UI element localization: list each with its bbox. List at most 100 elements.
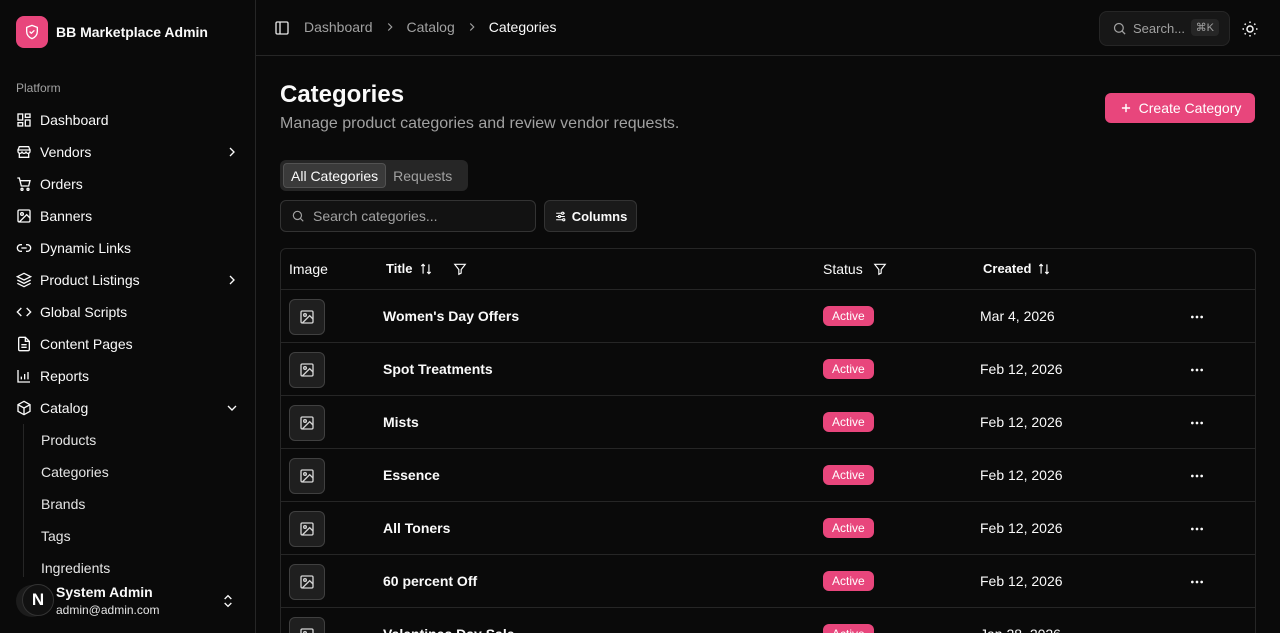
category-thumbnail[interactable] (289, 299, 325, 335)
category-title: Women's Day Offers (383, 308, 520, 324)
category-thumbnail[interactable] (289, 511, 325, 547)
user-menu[interactable]: N System Admin admin@admin.com (16, 577, 240, 625)
global-search-button[interactable]: Search... ⌘K (1099, 11, 1230, 46)
chevron-down-icon (227, 405, 237, 411)
chevrons-up-down-icon (224, 594, 232, 608)
sidebar-item-content-pages[interactable]: Content Pages (8, 328, 248, 360)
brand[interactable]: BB Marketplace Admin (16, 16, 208, 48)
sidebar-toggle-icon[interactable] (274, 20, 290, 36)
more-horizontal-icon (1191, 315, 1203, 319)
chart-icon (16, 368, 32, 384)
more-horizontal-icon (1191, 421, 1203, 425)
status-badge: Active (823, 465, 874, 485)
created-date: Jan 28, 2026 (980, 626, 1061, 633)
cart-icon (16, 176, 32, 192)
category-thumbnail[interactable] (289, 458, 325, 494)
sidebar-item-dynamic-links[interactable]: Dynamic Links (8, 232, 248, 264)
image-placeholder-icon (300, 628, 314, 633)
table-row[interactable]: All Toners Active Feb 12, 2026 (281, 502, 1255, 555)
user-email: admin@admin.com (56, 602, 160, 617)
category-thumbnail[interactable] (289, 352, 325, 388)
row-actions-button[interactable] (1187, 307, 1207, 327)
chevron-right-icon (229, 275, 235, 285)
search-input[interactable] (313, 208, 523, 224)
sliders-icon (555, 211, 566, 221)
sidebar-item-banners[interactable]: Banners (8, 200, 248, 232)
sidebar-item-label: Global Scripts (40, 304, 128, 320)
create-category-button[interactable]: Create Category (1105, 93, 1255, 123)
column-image: Image (289, 261, 328, 277)
row-actions-button[interactable] (1187, 519, 1207, 539)
status-badge: Active (823, 306, 874, 326)
column-created-label: Created (983, 261, 1032, 276)
package-icon (16, 400, 32, 416)
sidebar-item-global-scripts[interactable]: Global Scripts (8, 296, 248, 328)
column-title[interactable]: Title (386, 261, 467, 276)
breadcrumb-dashboard[interactable]: Dashboard (304, 19, 373, 35)
sidebar-item-catalog[interactable]: Catalog (8, 392, 248, 424)
sidebar-item-label: Product Listings (40, 272, 140, 288)
columns-label: Columns (571, 208, 628, 224)
category-thumbnail[interactable] (289, 617, 325, 633)
row-actions-button[interactable] (1187, 360, 1207, 380)
more-horizontal-icon (1191, 580, 1203, 584)
row-actions-button[interactable] (1187, 625, 1207, 633)
sidebar-item-label: Banners (40, 208, 93, 224)
section-label-platform: Platform (16, 81, 61, 95)
sidebar-subitem-brands[interactable]: Brands (33, 488, 248, 520)
chevron-right-icon (465, 20, 479, 34)
breadcrumb-catalog[interactable]: Catalog (407, 19, 455, 35)
columns-button[interactable]: Columns (544, 200, 637, 232)
sidebar-item-label: Content Pages (40, 336, 133, 352)
more-horizontal-icon (1189, 627, 1205, 633)
sidebar-item-dashboard[interactable]: Dashboard (8, 104, 248, 136)
sidebar-subitem-tags[interactable]: Tags (33, 520, 248, 552)
image-placeholder-icon (300, 416, 314, 430)
image-placeholder-icon (300, 469, 314, 483)
table-row[interactable]: Valentines Day Sale Active Jan 28, 2026 (281, 608, 1255, 633)
row-actions-button[interactable] (1187, 572, 1207, 592)
table-row[interactable]: 60 percent Off Active Feb 12, 2026 (281, 555, 1255, 608)
column-created[interactable]: Created (983, 261, 1051, 276)
sidebar-subitem-products[interactable]: Products (33, 424, 248, 456)
table-header: Image Title Status Created (281, 249, 1255, 290)
category-title: Valentines Day Sale (383, 626, 515, 633)
sidebar-subitem-categories[interactable]: Categories (33, 456, 248, 488)
sidebar-item-label: Vendors (40, 144, 92, 160)
table-row[interactable]: Mists Active Feb 12, 2026 (281, 396, 1255, 449)
user-name: System Admin (56, 584, 153, 601)
sidebar-item-product-listings[interactable]: Product Listings (8, 264, 248, 296)
filter-icon[interactable] (873, 262, 887, 276)
sort-icon[interactable] (1037, 262, 1051, 276)
table-row[interactable]: Essence Active Feb 12, 2026 (281, 449, 1255, 502)
image-placeholder-icon (300, 522, 314, 536)
tab-requests[interactable]: Requests (386, 163, 459, 188)
column-title-label: Title (386, 261, 413, 276)
sidebar-item-reports[interactable]: Reports (8, 360, 248, 392)
dashboard-icon (16, 112, 32, 128)
tab-all-categories[interactable]: All Categories (283, 163, 387, 188)
sidebar-item-label: Dashboard (40, 112, 109, 128)
category-thumbnail[interactable] (289, 405, 325, 441)
more-horizontal-icon (1191, 527, 1203, 531)
sidebar-item-vendors[interactable]: Vendors (8, 136, 248, 168)
row-actions-button[interactable] (1187, 466, 1207, 486)
row-actions-button[interactable] (1187, 413, 1207, 433)
sidebar-item-orders[interactable]: Orders (8, 168, 248, 200)
avatar: N (16, 584, 54, 617)
category-title: Essence (383, 467, 440, 483)
table-row[interactable]: Women's Day Offers Active Mar 4, 2026 (281, 290, 1255, 343)
sidebar-item-label: Reports (40, 368, 90, 384)
category-thumbnail[interactable] (289, 564, 325, 600)
sidebar-item-label: Orders (40, 176, 83, 192)
created-date: Feb 12, 2026 (980, 414, 1063, 430)
created-date: Feb 12, 2026 (980, 520, 1063, 536)
table-row[interactable]: Spot Treatments Active Feb 12, 2026 (281, 343, 1255, 396)
link-icon (16, 240, 32, 256)
filter-icon[interactable] (453, 262, 467, 276)
sun-icon[interactable] (1241, 20, 1259, 38)
category-title: 60 percent Off (383, 573, 478, 589)
status-badge: Active (823, 359, 874, 379)
sort-icon[interactable] (419, 262, 433, 276)
file-icon (16, 336, 32, 352)
